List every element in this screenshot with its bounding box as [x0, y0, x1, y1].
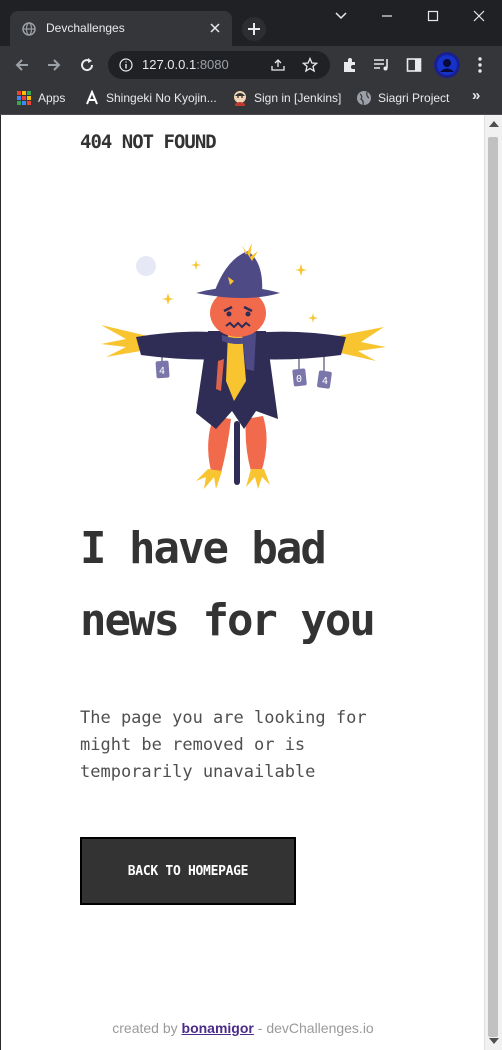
scroll-down-arrow-icon[interactable] [489, 1038, 499, 1044]
chevrons-right-icon: » [472, 87, 481, 104]
scarecrow-illustration: 4 0 4 [101, 243, 386, 489]
address-bar[interactable]: 127.0.0.1:8080 [108, 51, 330, 79]
letter-a-icon [86, 90, 98, 105]
moon-icon [136, 256, 156, 276]
star-icon[interactable] [302, 57, 318, 73]
kebab-menu-icon [478, 57, 482, 73]
playlist-icon [374, 59, 388, 71]
author-link[interactable]: bonamigor [182, 1020, 254, 1036]
browser-tab[interactable]: Devchallenges [10, 11, 232, 46]
vertical-scrollbar[interactable] [484, 115, 502, 1050]
bookmarks-overflow-button[interactable]: » [472, 87, 480, 104]
footer-suffix: - devChallenges.io [253, 1020, 374, 1036]
back-button[interactable] [12, 55, 32, 75]
tag-label: 0 [296, 374, 302, 385]
close-icon [473, 10, 485, 22]
maximize-button[interactable] [410, 0, 456, 32]
share-icon[interactable] [270, 58, 286, 72]
page-viewport: 404 NOT FOUND 4 0 4 I have bad news for … [0, 115, 484, 1050]
tag-label: 4 [159, 366, 165, 377]
page-headline: I have bad news for you [80, 523, 376, 646]
jenkins-icon [234, 91, 246, 106]
media-button[interactable] [372, 55, 392, 75]
side-panel-icon [406, 58, 422, 72]
bookmarks-bar: Apps Shingeki No Kyojin... Sign in [Jenk… [0, 83, 502, 115]
title-bar: Devchallenges [0, 0, 502, 46]
scroll-up-arrow-icon[interactable] [489, 121, 499, 127]
new-tab-button[interactable] [242, 17, 266, 41]
bookmark-label: Siagri Project [378, 91, 450, 105]
close-window-button[interactable] [456, 0, 502, 32]
page-footer: created by bonamigor - devChallenges.io [1, 1020, 484, 1036]
info-icon[interactable] [119, 58, 133, 72]
bookmark-label: Shingeki No Kyojin... [106, 91, 217, 105]
puzzle-icon [344, 58, 355, 72]
url-text: 127.0.0.1:8080 [142, 57, 229, 72]
forward-button[interactable] [44, 55, 64, 75]
bookmark-shingeki[interactable]: Shingeki No Kyojin... [84, 90, 217, 106]
extensions-button[interactable] [340, 55, 360, 75]
back-to-homepage-button[interactable]: BACK TO HOMEPAGE [80, 837, 296, 905]
globe-icon [22, 22, 36, 36]
footer-prefix: created by [112, 1020, 182, 1036]
minimize-icon [382, 15, 392, 17]
arrow-right-icon [48, 59, 61, 71]
scroll-thumb[interactable] [488, 137, 498, 1037]
avatar-icon [437, 55, 457, 75]
reload-icon [81, 58, 94, 72]
globe-icon [357, 91, 371, 106]
bookmark-label: Apps [38, 91, 66, 105]
profile-avatar[interactable] [434, 52, 460, 78]
close-icon[interactable] [208, 21, 222, 35]
bookmark-siagri[interactable]: Siagri Project [356, 90, 449, 106]
browser-toolbar: 127.0.0.1:8080 [0, 46, 502, 83]
side-panel-button[interactable] [404, 55, 424, 75]
chevron-down-icon [335, 12, 347, 20]
arrow-left-icon [15, 59, 28, 71]
tab-search-button[interactable] [318, 0, 364, 32]
plus-icon [248, 23, 260, 35]
bookmark-label: Sign in [Jenkins] [254, 91, 342, 105]
bookmark-apps[interactable]: Apps [16, 90, 65, 106]
brand-logo: 404 NOT FOUND [80, 131, 217, 153]
tag-label: 4 [322, 376, 328, 387]
bookmark-jenkins[interactable]: Sign in [Jenkins] [232, 90, 341, 106]
page-description: The page you are looking for might be re… [80, 708, 367, 782]
maximize-icon [427, 10, 439, 22]
menu-button[interactable] [470, 55, 490, 75]
tab-title: Devchallenges [46, 21, 125, 35]
minimize-button[interactable] [364, 0, 410, 32]
reload-button[interactable] [77, 55, 97, 75]
apps-grid-icon [17, 91, 31, 105]
